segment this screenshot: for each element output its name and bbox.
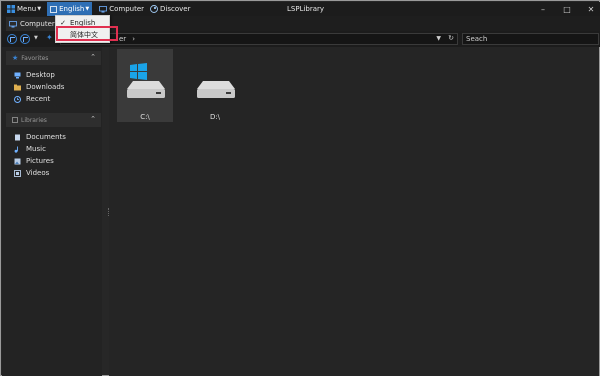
sidebar: ★ Favorites ⌃ Desktop Downloads Recent L… bbox=[2, 47, 102, 376]
language-icon bbox=[50, 5, 57, 13]
tab-label: Computer bbox=[20, 20, 55, 28]
sidebar-item-label: Music bbox=[26, 145, 46, 153]
sidebar-item-label: Desktop bbox=[26, 71, 55, 79]
title-bar: Menu ▼ English ▼ Computer Discover LSPLi… bbox=[2, 2, 600, 16]
highlight-box bbox=[56, 26, 118, 41]
sidebar-item-documents[interactable]: Documents bbox=[14, 132, 66, 142]
chevron-down-icon: ▼ bbox=[37, 6, 42, 12]
sidebar-item-label: Videos bbox=[26, 169, 50, 177]
breadcrumb-chevron-icon[interactable]: › bbox=[132, 35, 135, 43]
drive-c[interactable]: C:\ bbox=[117, 49, 173, 122]
search-input[interactable]: Seach bbox=[462, 33, 599, 45]
history-dropdown-icon[interactable]: ▼ bbox=[34, 35, 38, 41]
music-icon bbox=[14, 146, 18, 153]
language-label: English bbox=[59, 5, 85, 13]
address-bar[interactable]: er › ▼ ↻ bbox=[60, 33, 458, 45]
computer-button[interactable]: Computer bbox=[96, 2, 147, 16]
sidebar-item-videos[interactable]: Videos bbox=[14, 168, 49, 178]
up-arrow-icon[interactable]: ✦ bbox=[46, 33, 53, 42]
sidebar-item-label: Documents bbox=[26, 133, 66, 141]
drive-label: D:\ bbox=[209, 113, 221, 121]
close-button[interactable]: ✕ bbox=[586, 5, 596, 14]
search-placeholder: Seach bbox=[466, 35, 488, 43]
chevron-up-icon[interactable]: ⌃ bbox=[90, 53, 96, 61]
sidebar-item-pictures[interactable]: Pictures bbox=[14, 156, 54, 166]
documents-icon bbox=[15, 134, 20, 140]
menu-button[interactable]: Menu ▼ bbox=[4, 2, 44, 16]
chevron-up-icon[interactable]: ⌃ bbox=[90, 115, 96, 123]
window-title: LSPLibrary bbox=[287, 5, 325, 13]
sidebar-item-recent[interactable]: Recent bbox=[14, 94, 50, 104]
app-window: Menu ▼ English ▼ Computer Discover LSPLi… bbox=[0, 0, 600, 376]
minimize-button[interactable]: – bbox=[538, 5, 548, 14]
steam-icon bbox=[150, 5, 158, 13]
chevron-down-icon: ▼ bbox=[85, 6, 90, 12]
discover-button[interactable]: Discover bbox=[147, 2, 193, 16]
pictures-icon bbox=[14, 158, 21, 164]
libraries-header[interactable]: Libraries ⌃ bbox=[6, 113, 101, 127]
language-button[interactable]: English ▼ bbox=[47, 2, 93, 16]
sidebar-item-label: Pictures bbox=[26, 157, 54, 165]
folder-icon bbox=[14, 84, 21, 90]
monitor-icon bbox=[99, 5, 108, 12]
favorites-header[interactable]: ★ Favorites ⌃ bbox=[6, 51, 101, 65]
forward-button[interactable] bbox=[20, 34, 30, 44]
desktop-icon bbox=[14, 72, 21, 78]
sidebar-item-downloads[interactable]: Downloads bbox=[14, 82, 64, 92]
chevron-down-icon[interactable]: ▼ bbox=[436, 35, 441, 42]
drive-icon bbox=[197, 81, 235, 98]
back-button[interactable] bbox=[7, 34, 17, 44]
refresh-icon[interactable]: ↻ bbox=[448, 34, 454, 42]
drive-label: C:\ bbox=[140, 113, 150, 121]
sidebar-item-music[interactable]: Music bbox=[14, 144, 46, 154]
discover-label: Discover bbox=[160, 5, 191, 13]
drive-d[interactable]: D:\ bbox=[187, 49, 243, 122]
favorites-header-label: Favorites bbox=[21, 54, 49, 62]
computer-label: Computer bbox=[109, 5, 145, 13]
address-text: er bbox=[119, 35, 127, 43]
libraries-icon bbox=[12, 117, 18, 123]
maximize-button[interactable]: □ bbox=[562, 5, 572, 14]
app-grid-icon bbox=[7, 5, 15, 13]
sidebar-item-label: Recent bbox=[26, 95, 51, 103]
system-drive-icon bbox=[127, 63, 165, 98]
star-icon: ★ bbox=[12, 54, 19, 62]
clock-icon bbox=[14, 95, 21, 103]
sidebar-item-label: Downloads bbox=[26, 83, 65, 91]
menu-label: Menu bbox=[17, 5, 37, 13]
libraries-header-label: Libraries bbox=[21, 116, 47, 124]
sidebar-item-desktop[interactable]: Desktop bbox=[14, 70, 55, 80]
videos-icon bbox=[14, 169, 21, 177]
drives-pane: C:\ D:\ bbox=[109, 47, 599, 376]
monitor-icon bbox=[9, 20, 17, 27]
